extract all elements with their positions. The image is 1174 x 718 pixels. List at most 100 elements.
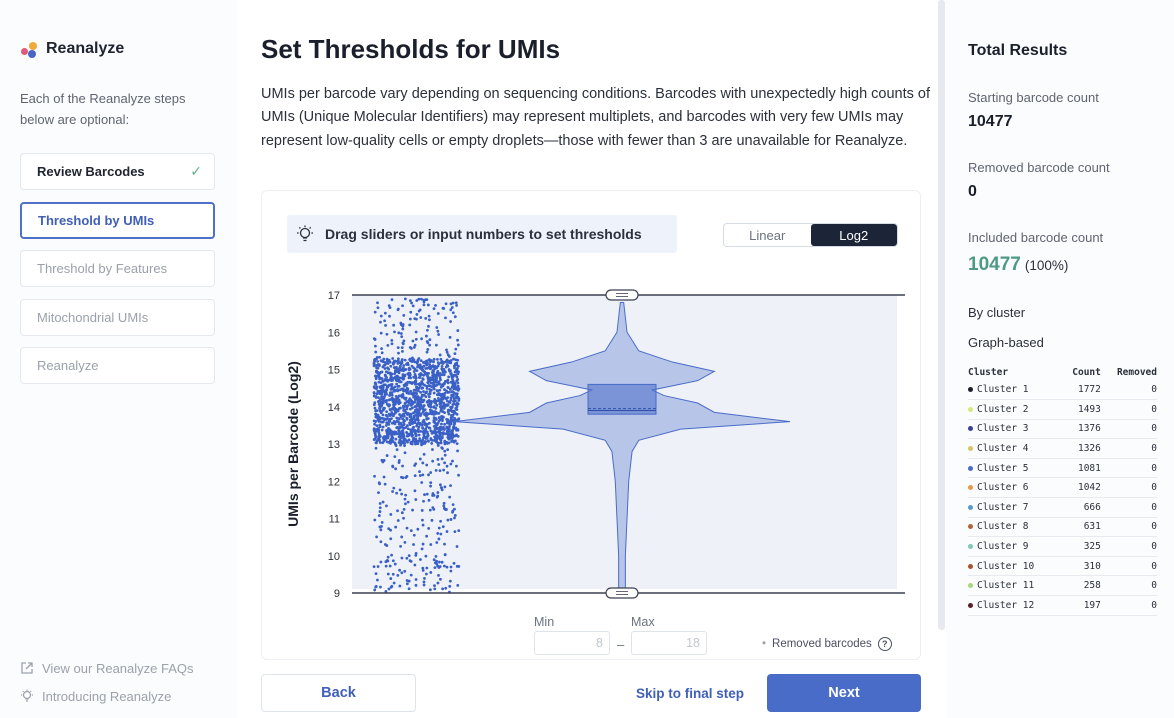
step-mitochondrial-umis[interactable]: Mitochondrial UMIs bbox=[20, 298, 215, 336]
barcode-point bbox=[386, 371, 390, 375]
barcode-point bbox=[381, 408, 385, 412]
back-button[interactable]: Back bbox=[261, 674, 416, 712]
barcode-point bbox=[438, 353, 442, 357]
barcode-point bbox=[437, 333, 441, 336]
barcode-point bbox=[373, 588, 377, 592]
barcode-point bbox=[439, 483, 442, 487]
barcode-point bbox=[409, 573, 413, 577]
barcode-point bbox=[415, 299, 419, 302]
barcode-point bbox=[452, 440, 456, 444]
barcode-point bbox=[453, 516, 456, 520]
footer-actions: Back Skip to final step Next bbox=[238, 660, 944, 718]
faq-link[interactable]: View our Reanalyze FAQs bbox=[20, 658, 194, 678]
barcode-point bbox=[393, 430, 397, 434]
barcode-point bbox=[449, 518, 453, 521]
log2-scale-button[interactable]: Log2 bbox=[810, 224, 897, 246]
barcode-point bbox=[426, 381, 430, 384]
barcode-point bbox=[451, 503, 455, 506]
barcode-point bbox=[416, 427, 420, 431]
barcode-point bbox=[376, 360, 379, 363]
skip-to-final-step-link[interactable]: Skip to final step bbox=[636, 686, 744, 701]
included-count: 10477 (100%) bbox=[968, 254, 1068, 276]
barcode-point bbox=[423, 441, 427, 445]
barcode-point bbox=[412, 543, 415, 546]
step-review-barcodes[interactable]: Review Barcodes ✓ bbox=[20, 153, 215, 190]
barcode-point bbox=[428, 318, 431, 322]
barcode-point bbox=[406, 500, 410, 504]
barcode-point bbox=[400, 414, 404, 418]
cluster-count: 631 bbox=[1060, 517, 1101, 538]
barcode-point bbox=[395, 382, 399, 386]
barcode-point bbox=[456, 384, 460, 388]
removed-dot-icon: • bbox=[762, 638, 767, 650]
barcode-point bbox=[419, 390, 423, 394]
barcode-point bbox=[377, 435, 381, 438]
help-icon[interactable]: ? bbox=[877, 637, 892, 651]
barcode-point bbox=[445, 417, 449, 421]
barcode-point bbox=[432, 384, 435, 388]
linear-scale-button[interactable]: Linear bbox=[724, 224, 811, 246]
barcode-point bbox=[420, 547, 424, 551]
barcode-point bbox=[429, 401, 433, 405]
barcode-point bbox=[448, 387, 452, 391]
step-threshold-by-features[interactable]: Threshold by Features bbox=[20, 250, 215, 287]
barcode-point bbox=[453, 434, 456, 438]
barcode-point bbox=[437, 411, 441, 415]
barcode-point bbox=[403, 402, 407, 406]
barcode-point bbox=[436, 357, 439, 361]
step-threshold-by-umis[interactable]: Threshold by UMIs bbox=[20, 201, 215, 239]
barcode-point bbox=[379, 370, 383, 374]
barcode-point bbox=[439, 392, 442, 396]
barcode-point bbox=[409, 529, 413, 533]
barcode-point bbox=[436, 444, 440, 447]
barcode-point bbox=[421, 377, 425, 381]
barcode-point bbox=[372, 391, 376, 394]
barcode-point bbox=[386, 362, 390, 365]
barcode-point bbox=[376, 413, 380, 417]
barcode-point bbox=[435, 436, 439, 439]
barcode-point bbox=[436, 457, 440, 461]
step-label: Threshold by UMIs bbox=[38, 212, 155, 228]
max-input[interactable]: 18 bbox=[631, 631, 707, 655]
count-column-header: Count bbox=[1072, 366, 1101, 378]
barcode-point bbox=[448, 584, 452, 588]
barcode-point bbox=[430, 518, 434, 522]
barcode-point bbox=[422, 583, 426, 587]
barcode-point bbox=[388, 314, 391, 318]
cluster-count: 197 bbox=[1060, 595, 1101, 616]
barcode-point bbox=[435, 378, 438, 382]
barcode-point bbox=[380, 428, 384, 432]
barcode-point bbox=[385, 454, 389, 457]
barcode-point bbox=[449, 462, 453, 466]
barcode-point bbox=[396, 357, 400, 361]
barcode-point bbox=[455, 428, 458, 432]
barcode-point bbox=[408, 323, 412, 327]
barcode-point bbox=[425, 350, 429, 354]
barcode-point bbox=[396, 509, 399, 513]
barcode-point bbox=[384, 413, 388, 417]
cluster-count: 258 bbox=[1060, 575, 1101, 597]
max-label: Max bbox=[631, 615, 655, 629]
barcode-point bbox=[427, 392, 430, 396]
barcode-point bbox=[431, 459, 435, 463]
barcode-point bbox=[373, 374, 377, 378]
barcode-point bbox=[392, 403, 395, 407]
next-button[interactable]: Next bbox=[767, 674, 921, 712]
main-scrollbar[interactable] bbox=[938, 0, 945, 630]
barcode-point bbox=[381, 416, 385, 420]
barcode-point bbox=[389, 376, 393, 379]
introducing-link[interactable]: Introducing Reanalyze bbox=[20, 686, 194, 706]
barcode-point bbox=[402, 364, 406, 367]
barcode-point bbox=[438, 388, 442, 392]
barcode-point bbox=[400, 511, 404, 515]
barcode-point bbox=[373, 437, 377, 441]
barcode-point bbox=[444, 508, 447, 512]
step-reanalyze[interactable]: Reanalyze bbox=[20, 347, 215, 384]
barcode-point bbox=[378, 409, 382, 413]
barcode-point bbox=[399, 544, 402, 548]
min-input[interactable]: 8 bbox=[534, 631, 610, 655]
threshold-card: Drag sliders or input numbers to set thr… bbox=[261, 190, 921, 660]
barcode-point bbox=[443, 449, 447, 453]
barcode-point bbox=[404, 493, 408, 497]
barcode-point bbox=[455, 442, 459, 446]
